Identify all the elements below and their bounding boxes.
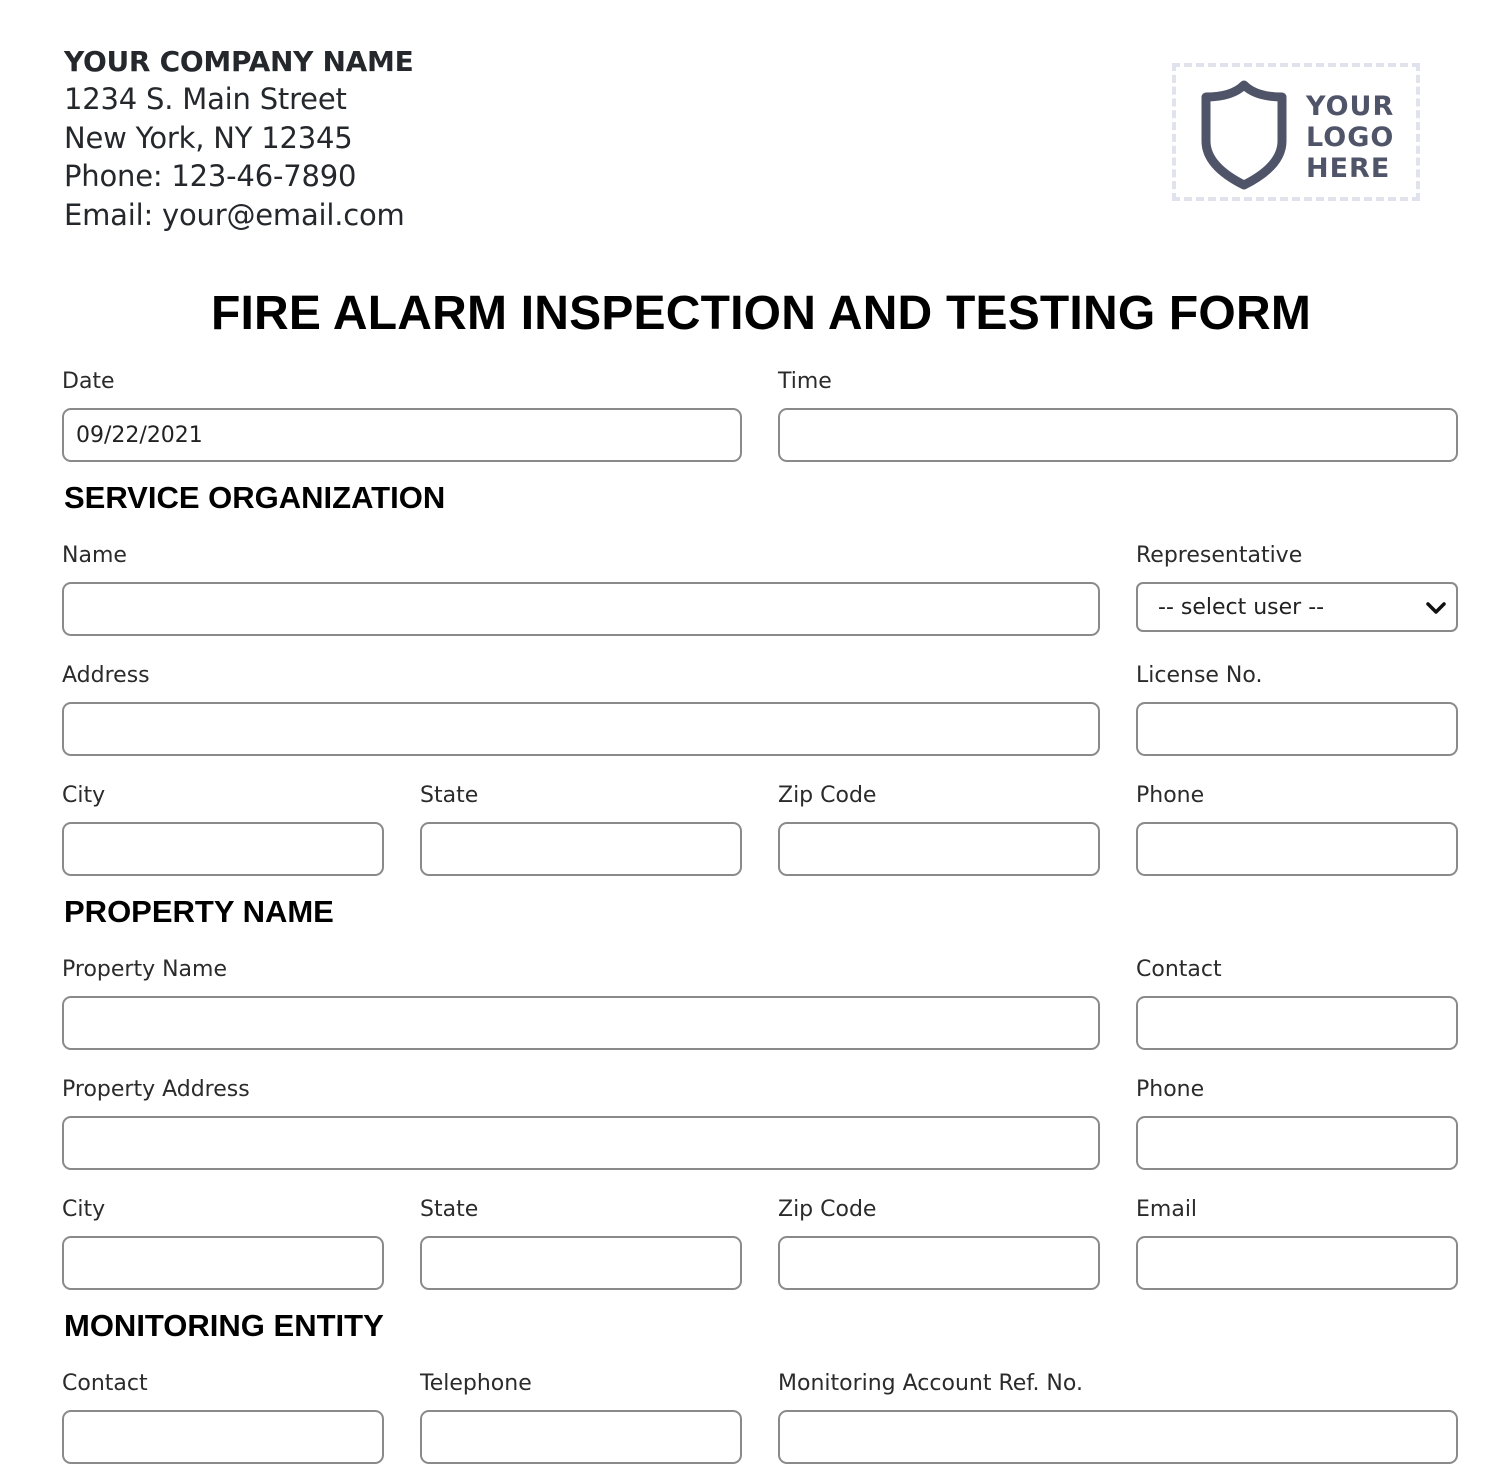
- service-organization-heading: SERVICE ORGANIZATION: [64, 480, 446, 515]
- property-email-label: Email: [1136, 1197, 1198, 1222]
- date-label: Date: [62, 369, 115, 394]
- service-state-label: State: [420, 783, 479, 808]
- monitoring-telephone-input[interactable]: [420, 1410, 742, 1464]
- property-name-label: Property Name: [62, 957, 227, 982]
- company-email: Email: your@email.com: [64, 197, 405, 232]
- form-title: FIRE ALARM INSPECTION AND TESTING FORM: [210, 287, 1312, 340]
- company-street: 1234 S. Main Street: [64, 82, 347, 116]
- property-city-input[interactable]: [62, 1236, 384, 1290]
- logo-line-1: YOUR: [1306, 91, 1395, 122]
- company-city: New York, NY 12345: [64, 120, 353, 155]
- representative-select[interactable]: -- select user --: [1136, 582, 1458, 632]
- license-label: License No.: [1136, 663, 1263, 688]
- property-contact-input[interactable]: [1136, 996, 1458, 1050]
- property-state-label: State: [420, 1197, 479, 1222]
- logo-placeholder: YOUR LOGO HERE: [1172, 63, 1420, 201]
- time-input[interactable]: [778, 408, 1458, 462]
- service-address-input[interactable]: [62, 702, 1100, 756]
- monitoring-entity-heading: MONITORING ENTITY: [64, 1308, 384, 1343]
- license-input[interactable]: [1136, 702, 1458, 756]
- logo-line-3: HERE: [1306, 153, 1391, 184]
- monitoring-account-label: Monitoring Account Ref. No.: [778, 1371, 1083, 1396]
- monitoring-contact-input[interactable]: [62, 1410, 384, 1464]
- service-city-input[interactable]: [62, 822, 384, 876]
- service-name-label: Name: [62, 543, 127, 568]
- logo-line-2: LOGO: [1306, 122, 1395, 153]
- service-phone-label: Phone: [1136, 783, 1205, 808]
- property-zip-label: Zip Code: [778, 1197, 877, 1222]
- property-phone-label: Phone: [1136, 1077, 1205, 1102]
- service-zip-input[interactable]: [778, 822, 1100, 876]
- property-state-input[interactable]: [420, 1236, 742, 1290]
- monitoring-contact-label: Contact: [62, 1371, 148, 1396]
- time-label: Time: [778, 369, 832, 394]
- property-zip-input[interactable]: [778, 1236, 1100, 1290]
- property-city-label: City: [62, 1197, 106, 1222]
- service-name-input[interactable]: [62, 582, 1100, 636]
- property-contact-label: Contact: [1136, 957, 1222, 982]
- service-city-label: City: [62, 783, 106, 808]
- monitoring-account-input[interactable]: [778, 1410, 1458, 1464]
- property-address-label: Property Address: [62, 1077, 250, 1102]
- service-zip-label: Zip Code: [778, 783, 877, 808]
- service-state-input[interactable]: [420, 822, 742, 876]
- company-info: YOUR COMPANY NAME 1234 S. Main Street Ne…: [64, 44, 414, 234]
- property-name-input[interactable]: [62, 996, 1100, 1050]
- logo-text: YOUR LOGO HERE: [1306, 91, 1394, 184]
- monitoring-telephone-label: Telephone: [420, 1371, 532, 1396]
- representative-label: Representative: [1136, 543, 1303, 568]
- service-phone-input[interactable]: [1136, 822, 1458, 876]
- service-address-label: Address: [62, 663, 150, 688]
- property-address-input[interactable]: [62, 1116, 1100, 1170]
- property-heading: PROPERTY NAME: [64, 894, 334, 929]
- shield-icon: [1201, 80, 1287, 190]
- representative-selected-value: -- select user --: [1158, 594, 1325, 620]
- company-phone: Phone: 123-46-7890: [64, 159, 357, 193]
- company-name: YOUR COMPANY NAME: [64, 45, 414, 78]
- property-email-input[interactable]: [1136, 1236, 1458, 1290]
- property-phone-input[interactable]: [1136, 1116, 1458, 1170]
- date-input[interactable]: [62, 408, 742, 462]
- chevron-down-icon: [1426, 602, 1446, 614]
